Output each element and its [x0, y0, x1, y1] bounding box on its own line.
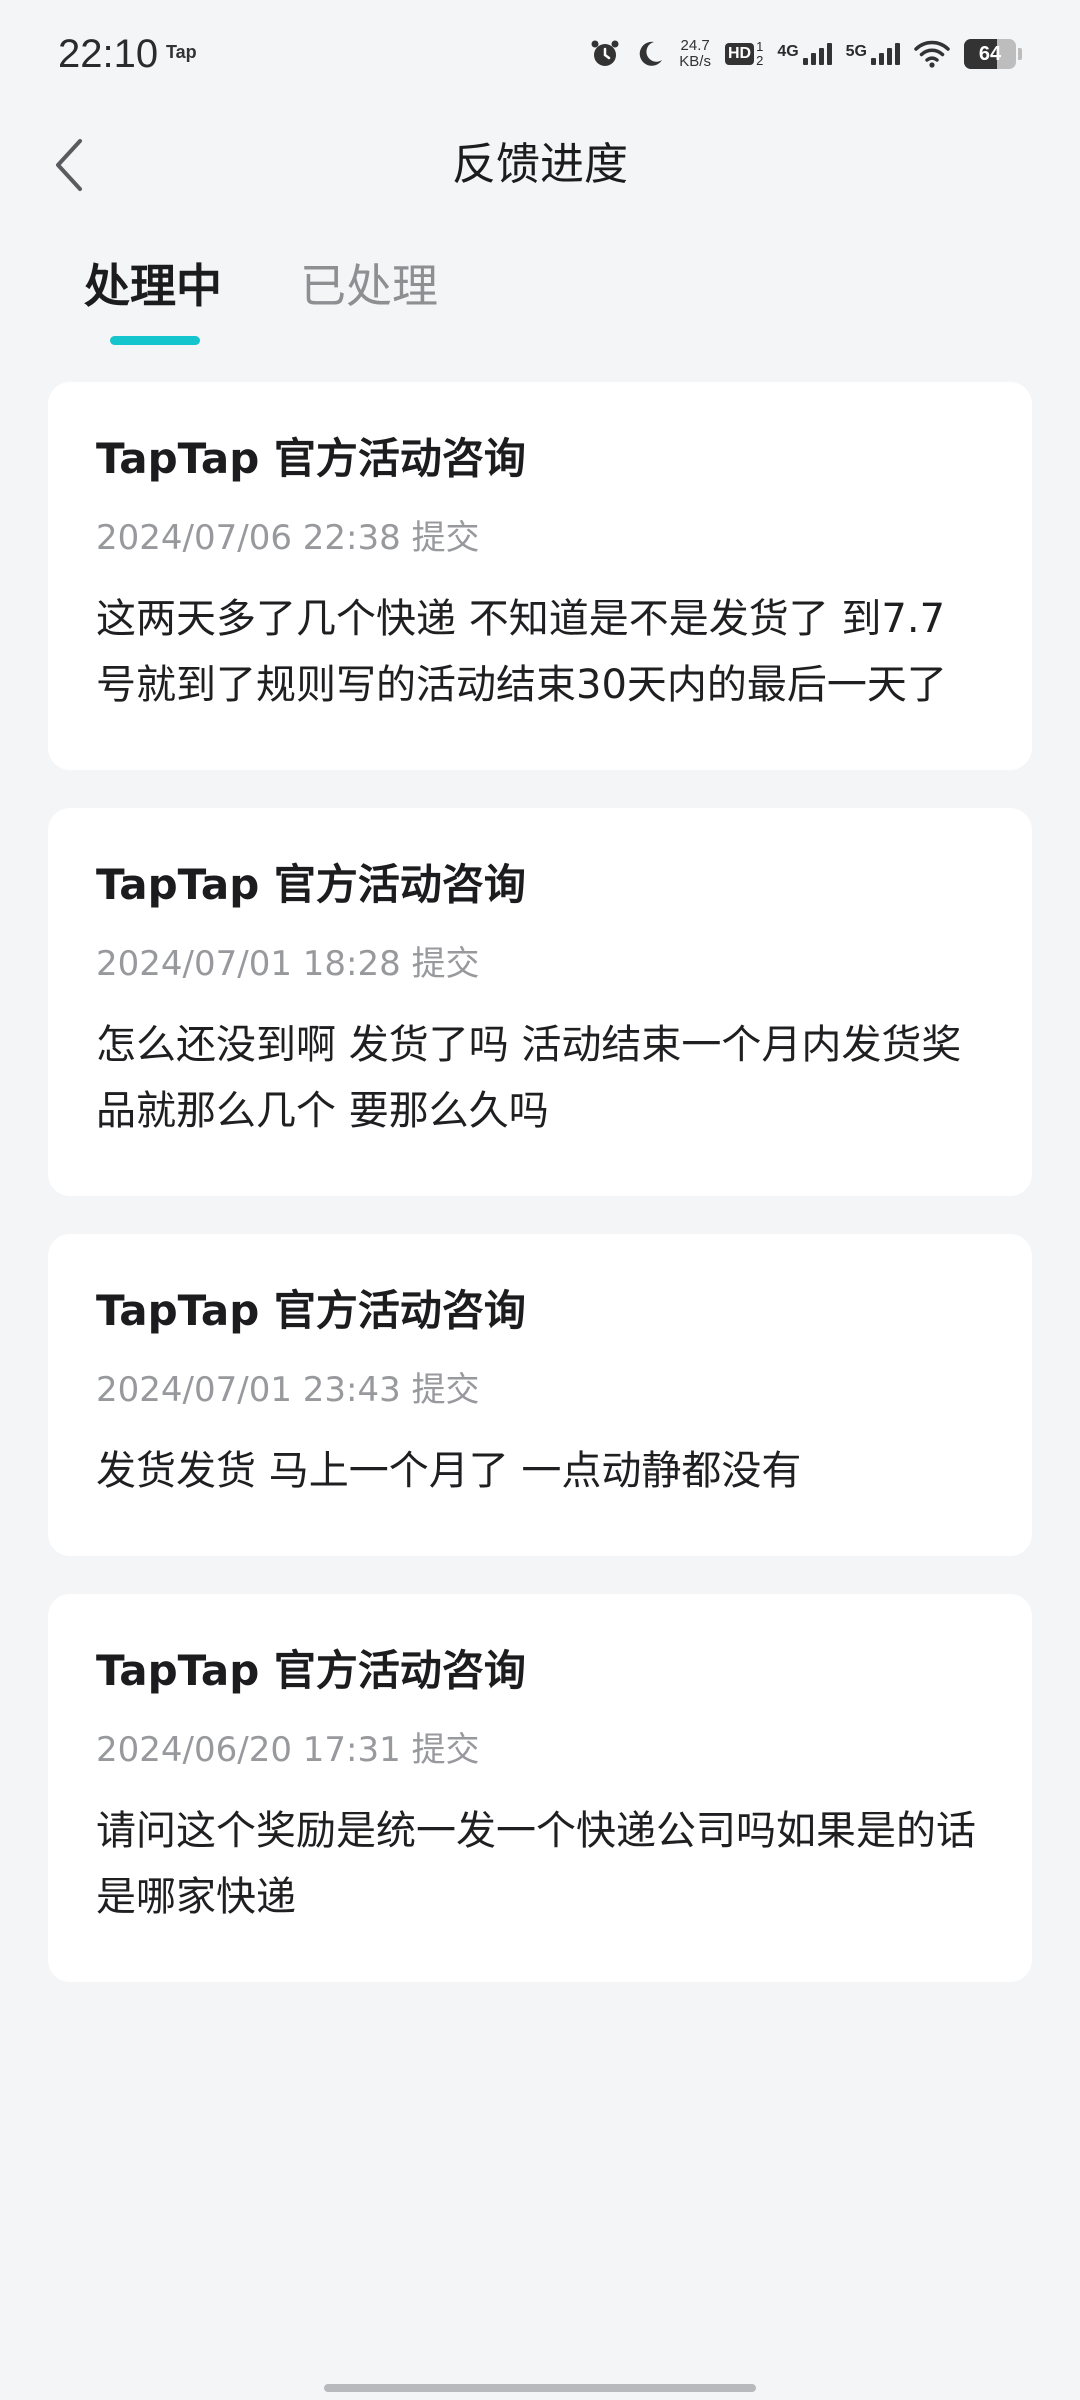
network-speed: 24.7 KB/s	[679, 38, 711, 70]
hd-sub-top: 1	[756, 39, 764, 54]
feedback-title: TapTap 官方活动咨询	[96, 434, 526, 483]
feedback-time: 2024/07/01 18:28 提交	[96, 944, 480, 984]
status-time: 22:10	[58, 32, 159, 76]
taptap-notification-icon: Tap	[166, 42, 197, 62]
page-title: 反馈进度	[452, 139, 628, 190]
hd-voice-icon: HD 1 2	[724, 39, 764, 68]
feedback-time: 2024/07/06 22:38 提交	[96, 518, 480, 558]
status-bar: 22:10 Tap 24.7 KB/s HD 1 2 4G 5G 64	[0, 0, 1080, 110]
battery-level: 64	[978, 42, 1002, 65]
moon-icon	[635, 39, 665, 69]
network-speed-unit: KB/s	[679, 53, 711, 70]
tab-processed[interactable]: 已处理	[300, 256, 438, 316]
signal-4g-icon: 4G	[777, 43, 832, 65]
feedback-card[interactable]: TapTap 官方活动咨询 2024/07/06 22:38 提交 这两天多了几…	[48, 382, 1032, 770]
feedback-time: 2024/06/20 17:31 提交	[96, 1730, 480, 1770]
feedback-content: 请问这个奖励是统一发一个快递公司吗如果是的话是哪家快递	[96, 1808, 976, 1920]
tab-bar: 处理中 已处理	[0, 240, 1080, 350]
network-speed-value: 24.7	[680, 37, 710, 54]
tab-active-indicator	[110, 336, 200, 345]
tab-processing[interactable]: 处理中	[84, 256, 222, 316]
feedback-content: 发货发货 马上一个月了 一点动静都没有	[96, 1448, 802, 1494]
feedback-card[interactable]: TapTap 官方活动咨询 2024/06/20 17:31 提交 请问这个奖励…	[48, 1594, 1032, 1982]
feedback-card[interactable]: TapTap 官方活动咨询 2024/07/01 23:43 提交 发货发货 马…	[48, 1234, 1032, 1556]
alarm-icon	[589, 38, 621, 70]
feedback-list: TapTap 官方活动咨询 2024/07/06 22:38 提交 这两天多了几…	[48, 382, 1032, 2020]
hd-sub-bottom: 2	[756, 53, 764, 68]
status-icons: 24.7 KB/s HD 1 2 4G 5G 64	[589, 34, 1022, 74]
wifi-icon	[914, 39, 950, 69]
feedback-card[interactable]: TapTap 官方活动咨询 2024/07/01 18:28 提交 怎么还没到啊…	[48, 808, 1032, 1196]
battery-icon: 64	[964, 39, 1022, 69]
hd-label: HD	[724, 43, 755, 65]
signal-4g-label: 4G	[777, 43, 799, 60]
feedback-content: 怎么还没到啊 发货了吗 活动结束一个月内发货奖品就那么几个 要那么久吗	[96, 1022, 962, 1134]
feedback-content: 这两天多了几个快递 不知道是不是发货了 到7.7号就到了规则写的活动结束30天内…	[96, 596, 947, 708]
home-indicator[interactable]	[324, 2384, 756, 2392]
feedback-title: TapTap 官方活动咨询	[96, 860, 526, 909]
feedback-title: TapTap 官方活动咨询	[96, 1286, 526, 1335]
feedback-title: TapTap 官方活动咨询	[96, 1646, 526, 1695]
feedback-time: 2024/07/01 23:43 提交	[96, 1370, 480, 1410]
signal-5g-label: 5G	[845, 43, 867, 60]
header: 反馈进度	[0, 120, 1080, 210]
signal-5g-icon: 5G	[846, 43, 900, 65]
